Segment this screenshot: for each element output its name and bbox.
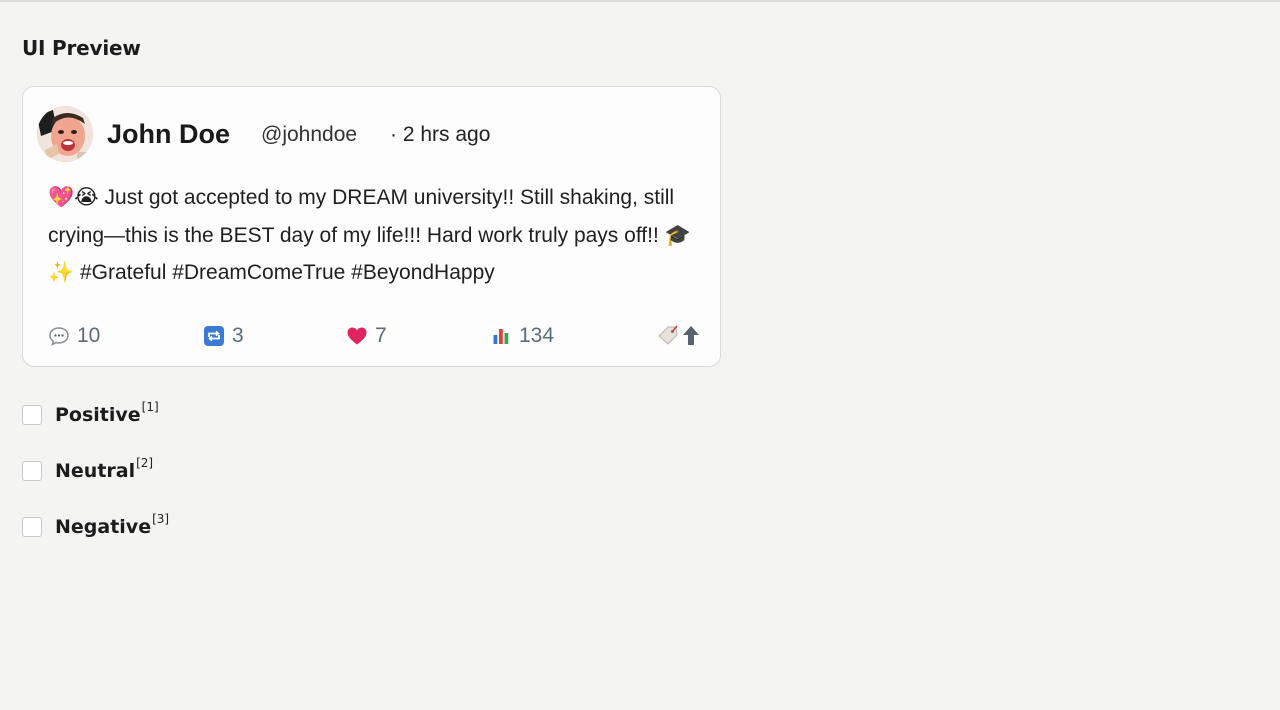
display-name[interactable]: John Doe [107, 119, 230, 150]
top-divider [0, 0, 1280, 2]
positive-label[interactable]: Positive [55, 404, 141, 426]
negative-label[interactable]: Negative [55, 516, 151, 538]
retweet-count: 3 [232, 324, 244, 347]
comment-bubble-icon [49, 327, 69, 347]
retweet-icon [204, 326, 224, 346]
like-count: 7 [375, 324, 387, 347]
positive-checkbox[interactable] [22, 405, 42, 425]
tweet-hashtags[interactable]: #Grateful #DreamComeTrue #BeyondHappy [74, 261, 495, 284]
comment-count: 10 [77, 324, 101, 347]
neutral-footnote: [2] [136, 456, 154, 470]
tweet-card: John Doe @johndoe · 2 hrs ago 💖😭 Just go… [22, 86, 721, 367]
tweet-text: 💖😭 Just got accepted to my DREAM univers… [48, 179, 708, 292]
negative-footnote: [3] [152, 512, 170, 526]
post-time[interactable]: · 2 hrs ago [390, 123, 490, 147]
option-neutral[interactable]: Neutral [2] [22, 456, 153, 482]
user-handle[interactable]: @johndoe [261, 123, 357, 147]
views-button[interactable]: 134 [490, 321, 554, 351]
neutral-label[interactable]: Neutral [55, 460, 135, 482]
positive-footnote: [1] [141, 400, 159, 414]
comment-button[interactable]: 10 [48, 321, 100, 351]
negative-checkbox[interactable] [22, 517, 42, 537]
like-button[interactable]: 7 [346, 321, 387, 351]
heart-cry-emoji: 💖😭 [48, 185, 99, 209]
option-negative[interactable]: Negative [3] [22, 512, 169, 538]
tweet-actions: 10 3 7 134 [48, 321, 708, 351]
views-count: 134 [519, 324, 555, 347]
option-positive[interactable]: Positive [1] [22, 400, 159, 426]
bar-chart-icon [491, 326, 511, 346]
share-button[interactable] [656, 321, 702, 351]
heart-icon [347, 327, 367, 345]
label-tag-icon [658, 325, 678, 345]
tweet-text-main: Just got accepted to my DREAM university… [48, 186, 675, 247]
avatar-image [37, 106, 93, 162]
share-upload-icon [683, 326, 699, 345]
retweet-button[interactable]: 3 [203, 321, 244, 351]
section-title: UI Preview [22, 36, 141, 60]
avatar[interactable] [37, 106, 93, 162]
neutral-checkbox[interactable] [22, 461, 42, 481]
